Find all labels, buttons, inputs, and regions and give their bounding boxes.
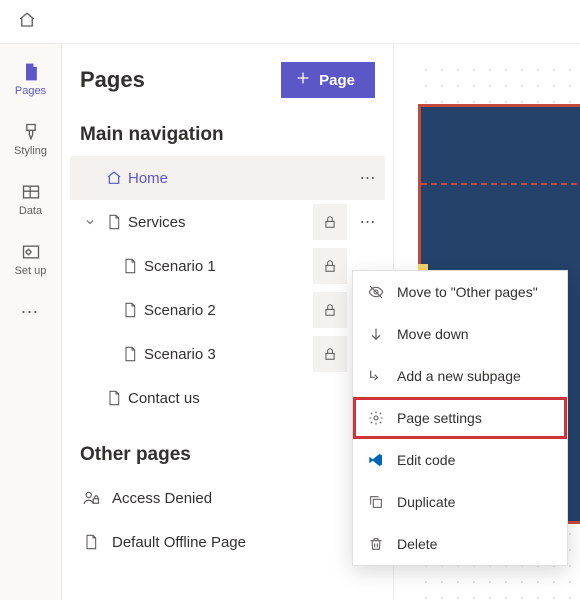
trash-icon — [367, 536, 385, 552]
rail-styling[interactable]: Styling — [1, 112, 61, 166]
lock-icon[interactable] — [313, 292, 347, 328]
duplicate-icon — [367, 494, 385, 510]
section-other-pages: Other pages — [62, 434, 393, 476]
new-page-button[interactable]: Page — [281, 62, 375, 98]
page-icon — [116, 346, 144, 362]
tree-item-services[interactable]: Services ⋯ — [70, 200, 385, 244]
panel-title: Pages — [80, 67, 145, 93]
arrow-down-icon — [367, 326, 385, 342]
eye-off-icon — [367, 284, 385, 300]
page-tree: Home ⋯ Services ⋯ Scen — [62, 156, 393, 420]
plus-icon — [295, 70, 311, 90]
rail-data-label: Data — [19, 205, 42, 217]
other-item-label: Access Denied — [112, 490, 212, 507]
topbar — [0, 0, 580, 44]
menu-label: Delete — [397, 536, 437, 552]
menu-page-settings[interactable]: Page settings — [353, 397, 567, 439]
menu-label: Duplicate — [397, 494, 455, 510]
tree-item-home[interactable]: Home ⋯ — [70, 156, 385, 200]
menu-move-down[interactable]: Move down — [353, 313, 567, 355]
more-icon[interactable]: ⋯ — [351, 212, 385, 232]
menu-edit-code[interactable]: Edit code — [353, 439, 567, 481]
tree-item-label: Scenario 2 — [144, 302, 313, 319]
rail-setup-label: Set up — [15, 265, 47, 277]
menu-label: Edit code — [397, 452, 455, 468]
tree-item-label: Scenario 1 — [144, 258, 313, 275]
other-item-offline[interactable]: Default Offline Page — [62, 520, 393, 564]
lock-icon[interactable] — [313, 248, 347, 284]
menu-label: Move down — [397, 326, 469, 342]
nav-rail: Pages Styling Data Set up ⋯ — [0, 44, 62, 600]
tree-item-label: Contact us — [128, 390, 385, 407]
pages-panel: Pages Page Main navigation Home ⋯ — [62, 44, 394, 600]
menu-delete[interactable]: Delete — [353, 523, 567, 565]
home-icon — [100, 170, 128, 186]
page-icon — [80, 534, 102, 550]
page-icon — [100, 214, 128, 230]
menu-label: Add a new subpage — [397, 368, 521, 384]
menu-label: Page settings — [397, 410, 482, 426]
tree-item-contact[interactable]: Contact us — [70, 376, 385, 420]
rail-setup[interactable]: Set up — [1, 232, 61, 286]
vscode-icon — [367, 452, 385, 468]
context-menu: Move to "Other pages" Move down Add a ne… — [352, 270, 568, 566]
menu-move-other[interactable]: Move to "Other pages" — [353, 271, 567, 313]
home-icon[interactable] — [18, 11, 36, 32]
menu-add-subpage[interactable]: Add a new subpage — [353, 355, 567, 397]
tree-item-label: Home — [128, 170, 351, 187]
rail-pages-label: Pages — [15, 85, 46, 97]
page-icon — [116, 302, 144, 318]
page-icon — [116, 258, 144, 274]
chevron-down-icon[interactable] — [80, 216, 100, 228]
other-item-access-denied[interactable]: Access Denied — [62, 476, 393, 520]
gear-icon — [367, 410, 385, 426]
tree-item-label: Scenario 3 — [144, 346, 313, 363]
section-main-nav: Main navigation — [62, 114, 393, 156]
menu-label: Move to "Other pages" — [397, 284, 538, 300]
page-icon — [100, 390, 128, 406]
rail-pages[interactable]: Pages — [1, 52, 61, 106]
tree-item-scenario2[interactable]: Scenario 2 ⋯ — [70, 288, 385, 332]
lock-icon[interactable] — [313, 336, 347, 372]
more-icon[interactable]: ⋯ — [351, 168, 385, 188]
rail-data[interactable]: Data — [1, 172, 61, 226]
rail-more[interactable]: ⋯ — [1, 292, 61, 332]
rail-styling-label: Styling — [14, 145, 47, 157]
other-item-label: Default Offline Page — [112, 534, 246, 551]
subpage-icon — [367, 368, 385, 384]
tree-item-label: Services — [128, 214, 313, 231]
person-lock-icon — [80, 489, 102, 507]
lock-icon[interactable] — [313, 204, 347, 240]
tree-item-scenario3[interactable]: Scenario 3 ⋯ — [70, 332, 385, 376]
new-page-label: Page — [319, 72, 355, 89]
canvas-header — [421, 107, 580, 185]
menu-duplicate[interactable]: Duplicate — [353, 481, 567, 523]
tree-item-scenario1[interactable]: Scenario 1 ⋯ — [70, 244, 385, 288]
